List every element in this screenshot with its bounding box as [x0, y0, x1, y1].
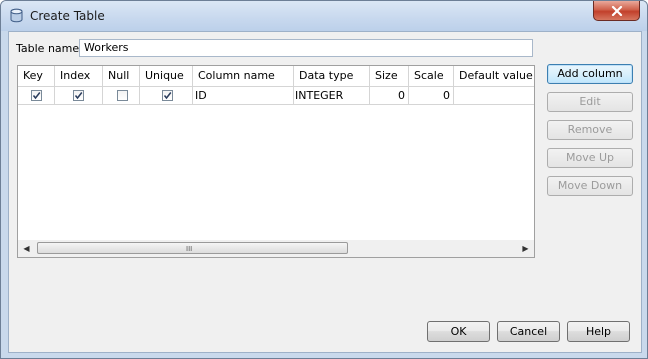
header-data-type[interactable]: Data type: [294, 66, 370, 86]
scroll-grip: III: [186, 245, 193, 253]
create-table-dialog: Create Table Table name: Workers Key Ind…: [0, 0, 648, 359]
header-unique[interactable]: Unique: [140, 66, 193, 86]
title-bar[interactable]: Create Table: [1, 1, 647, 31]
header-default-value[interactable]: Default value: [454, 66, 534, 86]
checkmark-icon: [74, 92, 83, 100]
move-down-button[interactable]: Move Down: [547, 176, 633, 196]
database-cylinder-icon: [10, 8, 23, 23]
close-x-icon: [611, 5, 622, 16]
window-title: Create Table: [30, 9, 105, 23]
cell-null[interactable]: [103, 87, 140, 105]
move-up-button[interactable]: Move Up: [547, 148, 633, 168]
edit-button[interactable]: Edit: [547, 92, 633, 112]
close-button[interactable]: [593, 1, 640, 21]
ok-button[interactable]: OK: [427, 321, 490, 342]
columns-table: Key Index Null Unique Column name Data t…: [17, 65, 535, 258]
cell-data-type[interactable]: INTEGER: [294, 87, 370, 105]
cell-column-name[interactable]: ID: [193, 87, 294, 105]
cell-size[interactable]: 0: [370, 87, 409, 105]
header-column-name[interactable]: Column name: [193, 66, 294, 86]
table-name-input[interactable]: Workers: [79, 39, 533, 57]
horizontal-scrollbar[interactable]: ◀ III ▶: [18, 240, 534, 257]
scroll-thumb[interactable]: III: [37, 242, 348, 254]
header-index[interactable]: Index: [55, 66, 103, 86]
header-null[interactable]: Null: [103, 66, 140, 86]
cancel-button[interactable]: Cancel: [497, 321, 560, 342]
scroll-right-arrow-icon[interactable]: ▶: [517, 240, 534, 257]
cell-key[interactable]: [18, 87, 55, 105]
cell-unique[interactable]: [140, 87, 193, 105]
remove-button[interactable]: Remove: [547, 120, 633, 140]
help-button[interactable]: Help: [567, 321, 630, 342]
table-header: Key Index Null Unique Column name Data t…: [18, 66, 534, 87]
table-name-label: Table name:: [16, 42, 83, 55]
cell-scale[interactable]: 0: [409, 87, 454, 105]
checkmark-icon: [32, 92, 41, 100]
scroll-left-arrow-icon[interactable]: ◀: [18, 240, 35, 257]
table-row[interactable]: ID INTEGER 0 0: [18, 87, 534, 105]
add-column-button[interactable]: Add column: [547, 64, 633, 84]
unique-checkbox[interactable]: [162, 90, 173, 101]
header-scale[interactable]: Scale: [409, 66, 454, 86]
key-checkbox[interactable]: [31, 90, 42, 101]
checkmark-icon: [163, 92, 172, 100]
cell-index[interactable]: [55, 87, 103, 105]
header-key[interactable]: Key: [18, 66, 55, 86]
null-checkbox[interactable]: [117, 90, 128, 101]
dialog-content: Table name: Workers Key Index Null Uniqu…: [8, 31, 642, 353]
cell-default-value[interactable]: [454, 87, 534, 105]
index-checkbox[interactable]: [73, 90, 84, 101]
header-size[interactable]: Size: [370, 66, 409, 86]
